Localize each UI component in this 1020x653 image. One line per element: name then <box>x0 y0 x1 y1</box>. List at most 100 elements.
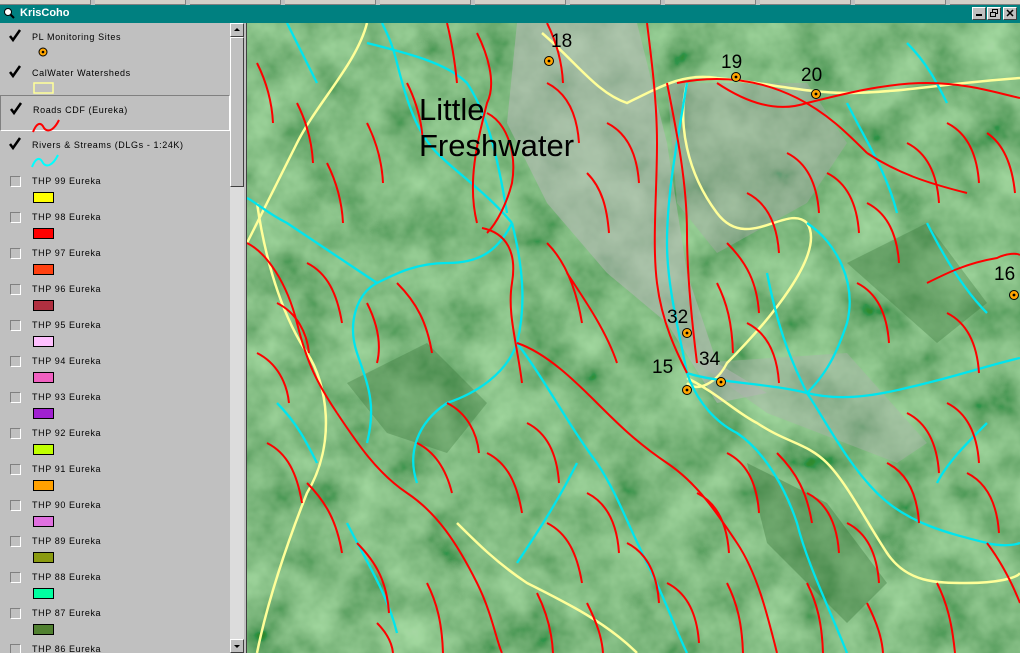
layer-name: Rivers & Streams (DLGs - 1:24K) <box>32 140 184 150</box>
layer-name: THP 87 Eureka <box>32 608 102 618</box>
layer-item[interactable]: THP 87 Eureka <box>0 599 230 635</box>
site-marker[interactable] <box>716 377 726 387</box>
layer-color-swatch <box>33 300 54 311</box>
layer-visible-checkbox[interactable] <box>10 392 21 403</box>
site-marker[interactable] <box>682 385 692 395</box>
layer-item[interactable]: THP 96 Eureka <box>0 275 230 311</box>
layer-item[interactable]: THP 98 Eureka <box>0 203 230 239</box>
arrow-down-icon <box>234 645 240 648</box>
layer-visible-checkbox[interactable] <box>10 572 21 583</box>
layer-name: THP 88 Eureka <box>32 572 102 582</box>
site-label: 18 <box>551 31 573 52</box>
layer-visible-checkbox[interactable] <box>10 500 21 511</box>
layer-name: THP 94 Eureka <box>32 356 102 366</box>
site-label: 16 <box>994 264 1016 285</box>
layer-item[interactable]: THP 90 Eureka <box>0 491 230 527</box>
site-marker[interactable] <box>544 56 554 66</box>
layer-color-swatch <box>33 516 54 527</box>
site-marker[interactable] <box>811 89 821 99</box>
site-label: 15 <box>652 357 674 378</box>
layer-name: THP 89 Eureka <box>32 536 102 546</box>
layer-color-swatch <box>33 228 54 239</box>
app-icon <box>4 8 15 19</box>
layer-name: Roads CDF (Eureka) <box>33 105 128 115</box>
layer-name: THP 86 Eureka <box>32 644 102 653</box>
layer-color-swatch <box>33 192 54 203</box>
layer-name: THP 90 Eureka <box>32 500 102 510</box>
site-label: 20 <box>801 65 823 86</box>
layer-visible-checkbox[interactable] <box>10 464 21 475</box>
minimize-button[interactable] <box>972 7 986 20</box>
layer-item[interactable]: THP 99 Eureka <box>0 167 230 203</box>
layer-item[interactable]: THP 89 Eureka <box>0 527 230 563</box>
arrow-up-icon <box>234 28 240 31</box>
layer-name: THP 95 Eureka <box>32 320 102 330</box>
layer-color-swatch <box>33 480 54 491</box>
layer-visible-checkbox[interactable] <box>8 65 22 79</box>
layer-color-swatch <box>33 624 54 635</box>
layer-visible-checkbox[interactable] <box>10 248 21 259</box>
layer-visible-checkbox[interactable] <box>8 29 22 43</box>
site-point-icon <box>38 47 48 57</box>
layer-visible-checkbox[interactable] <box>10 320 21 331</box>
layer-name: THP 98 Eureka <box>32 212 102 222</box>
layer-visible-checkbox[interactable] <box>10 608 21 619</box>
place-label-line: Little <box>419 92 485 127</box>
layer-name: THP 96 Eureka <box>32 284 102 294</box>
layer-item[interactable]: Roads CDF (Eureka) <box>0 95 230 133</box>
scroll-down-button[interactable] <box>230 639 244 653</box>
table-of-contents: PL Monitoring Sites CalWater Watersheds Ro… <box>0 23 230 653</box>
scroll-thumb[interactable] <box>230 37 244 187</box>
layer-item[interactable]: THP 97 Eureka <box>0 239 230 275</box>
layer-name: THP 93 Eureka <box>32 392 102 402</box>
layer-item[interactable]: THP 88 Eureka <box>0 563 230 599</box>
layer-color-swatch <box>33 372 54 383</box>
layer-item[interactable]: Rivers & Streams (DLGs - 1:24K) <box>0 131 230 168</box>
layer-item[interactable]: THP 92 Eureka <box>0 419 230 455</box>
close-button[interactable] <box>1003 7 1017 20</box>
layer-visible-checkbox[interactable] <box>10 176 21 187</box>
layer-item[interactable]: THP 93 Eureka <box>0 383 230 419</box>
layer-visible-checkbox[interactable] <box>8 137 22 151</box>
layer-color-swatch <box>33 408 54 419</box>
layer-item[interactable]: CalWater Watersheds <box>0 59 230 95</box>
layer-visible-checkbox[interactable] <box>9 102 23 116</box>
place-label-line: Freshwater <box>419 128 575 163</box>
layer-name: THP 99 Eureka <box>32 176 102 186</box>
layer-color-swatch <box>33 444 54 455</box>
close-icon <box>1006 9 1014 17</box>
site-label: 32 <box>667 307 689 328</box>
layer-item[interactable]: THP 95 Eureka <box>0 311 230 347</box>
layer-visible-checkbox[interactable] <box>10 212 21 223</box>
layer-item[interactable]: THP 94 Eureka <box>0 347 230 383</box>
restore-button[interactable] <box>987 7 1001 20</box>
site-marker[interactable] <box>1009 290 1019 300</box>
layer-visible-checkbox[interactable] <box>10 644 21 653</box>
layer-visible-checkbox[interactable] <box>10 356 21 367</box>
layer-color-swatch <box>33 552 54 563</box>
layer-item[interactable]: THP 86 Eureka <box>0 635 230 653</box>
site-label: 34 <box>699 349 721 370</box>
layer-visible-checkbox[interactable] <box>10 536 21 547</box>
layer-color-swatch <box>33 588 54 599</box>
site-marker[interactable] <box>682 328 692 338</box>
toc-scrollbar[interactable] <box>230 23 244 653</box>
polygon-outline-icon <box>33 82 54 94</box>
layer-item[interactable]: PL Monitoring Sites <box>0 23 230 59</box>
layer-item[interactable]: THP 91 Eureka <box>0 455 230 491</box>
layer-visible-checkbox[interactable] <box>10 428 21 439</box>
layer-visible-checkbox[interactable] <box>10 284 21 295</box>
map-canvas <box>247 23 1020 653</box>
place-label: Little Freshwater <box>419 92 574 164</box>
map-view[interactable]: Little Freshwater 18 19 20 16 32 15 34 <box>247 23 1020 653</box>
layer-name: THP 92 Eureka <box>32 428 102 438</box>
window-title: KrisCoho <box>20 7 70 19</box>
layer-color-swatch <box>33 336 54 347</box>
window-title-bar[interactable]: KrisCoho <box>0 5 1020 23</box>
scroll-up-button[interactable] <box>230 23 244 37</box>
layer-name: CalWater Watersheds <box>32 68 131 78</box>
layer-color-swatch <box>33 264 54 275</box>
layer-name: PL Monitoring Sites <box>32 32 122 42</box>
site-label: 19 <box>721 52 743 73</box>
minimize-icon <box>976 14 982 16</box>
